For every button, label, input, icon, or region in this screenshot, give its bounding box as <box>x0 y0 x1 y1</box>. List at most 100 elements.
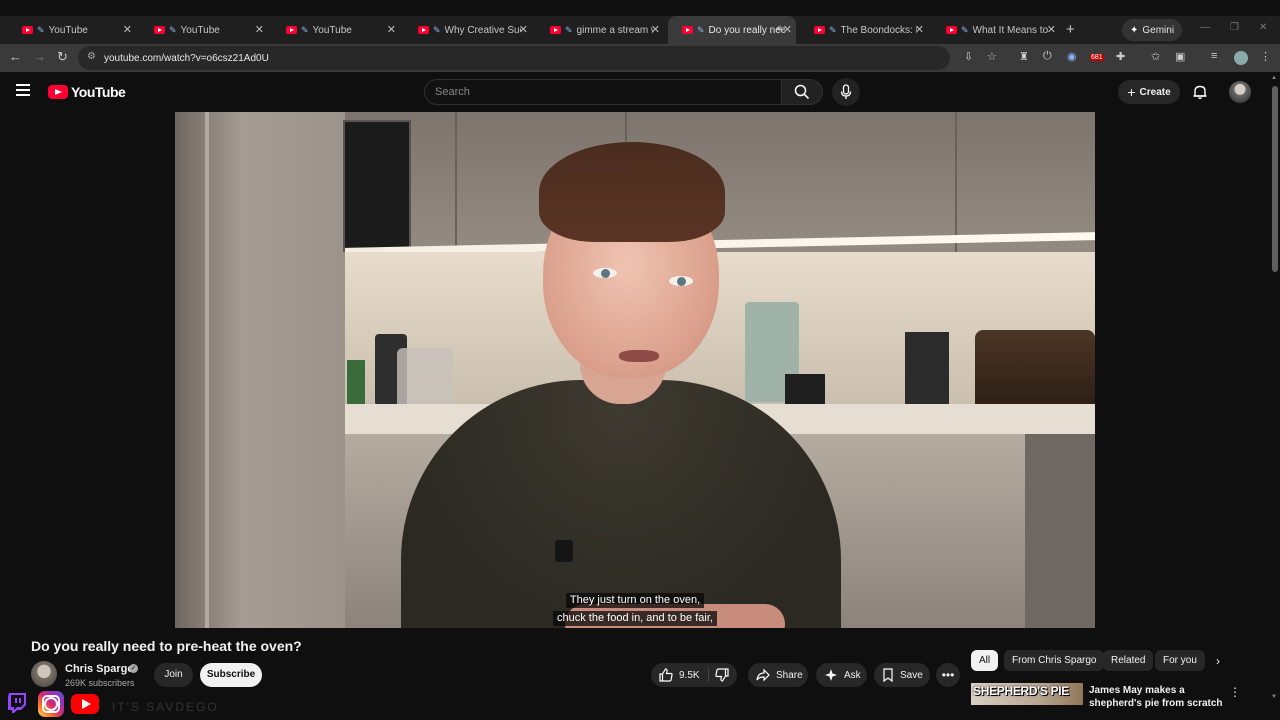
join-button[interactable]: Join <box>154 663 193 687</box>
new-tab-button[interactable]: + <box>1066 16 1075 44</box>
share-button[interactable]: Share <box>748 663 808 687</box>
close-tab-icon[interactable]: ✕ <box>255 23 264 36</box>
dislike-button[interactable] <box>715 668 735 685</box>
close-tab-icon[interactable]: ✕ <box>651 23 660 36</box>
pen-icon: ✎ <box>301 24 309 35</box>
browser-tab[interactable]: ✎ YouTube ✕ <box>8 16 136 44</box>
twitch-icon[interactable] <box>6 692 28 714</box>
scroll-up-arrow-icon[interactable]: ▲ <box>1271 75 1277 81</box>
like-button[interactable]: 9.5K <box>651 663 708 687</box>
browser-tab[interactable]: ✎The Boondocks: Fiv✕ <box>800 16 928 44</box>
like-dislike-group: 9.5K <box>651 663 737 687</box>
tab-title: YouTube <box>48 24 88 36</box>
close-tab-icon[interactable]: ✕ <box>387 23 396 36</box>
search-button[interactable] <box>781 79 823 105</box>
close-tab-icon[interactable]: ✕ <box>1047 23 1056 36</box>
ask-label: Ask <box>844 669 861 681</box>
youtube-favicon-icon <box>286 26 297 34</box>
search-input[interactable] <box>435 86 765 98</box>
recommended-thumbnail[interactable]: SHEPHERD'S PIE <box>971 683 1083 705</box>
tab-title: The Boondocks: Fiv <box>840 24 917 36</box>
tab-title: YouTube <box>312 24 352 36</box>
video-frame <box>455 112 457 262</box>
browser-tab[interactable]: ✎Why Creative Succe✕ <box>404 16 532 44</box>
youtube-favicon-icon <box>154 26 165 34</box>
save-button[interactable]: Save <box>874 663 930 687</box>
filter-chip[interactable]: All <box>971 650 999 671</box>
forward-icon[interactable]: → <box>33 49 46 64</box>
account-avatar[interactable] <box>1229 81 1251 103</box>
scroll-thumb[interactable] <box>1272 86 1278 272</box>
power-icon[interactable]: ⏻ <box>1043 50 1052 63</box>
voice-search-button[interactable] <box>832 78 860 106</box>
plus-icon: + <box>1127 84 1136 100</box>
close-window-icon[interactable]: ✕ <box>1259 22 1267 33</box>
gemini-button[interactable]: ✦ Gemini <box>1122 19 1183 41</box>
close-tab-icon[interactable]: ✕ <box>783 23 792 36</box>
video-captions: They just turn on the oven, chuck the fo… <box>175 590 1095 626</box>
create-button[interactable]: + Create <box>1118 80 1180 104</box>
close-tab-icon[interactable]: ✕ <box>519 23 528 36</box>
browser-menu-icon[interactable]: ⋮ <box>1260 50 1271 63</box>
recommended-title[interactable]: James May makes a shepherd's pie from sc… <box>1089 684 1229 710</box>
browser-tab[interactable]: ✎ YouTube ✕ <box>272 16 400 44</box>
create-label: Create <box>1139 86 1171 98</box>
youtube-favicon-icon <box>682 26 693 34</box>
instagram-icon[interactable] <box>38 691 64 717</box>
notifications-bell-icon[interactable] <box>1192 84 1208 100</box>
gemini-label: Gemini <box>1142 24 1175 36</box>
search-icon <box>794 84 810 100</box>
extension-badge[interactable]: 681 <box>1090 54 1104 61</box>
channel-name[interactable]: Chris Spargo <box>65 663 134 675</box>
thumbnail-text: SHEPHERD'S PIE <box>973 684 1070 698</box>
scroll-down-arrow-icon[interactable]: ▼ <box>1271 694 1277 700</box>
tab-title: What It Means to b <box>972 24 1049 36</box>
more-vertical-icon[interactable]: ⋮ <box>1229 685 1241 699</box>
browser-tab[interactable]: ✎ YouTube ✕ <box>140 16 268 44</box>
browser-tab[interactable]: ✎ What It Means to b ✕ <box>932 16 1060 44</box>
speaker-icon[interactable]: 🔊︎ <box>776 23 782 34</box>
filter-chip[interactable]: For you <box>1155 650 1205 671</box>
pen-icon: ✎ <box>433 24 441 35</box>
youtube-logo[interactable]: YouTube <box>48 84 126 100</box>
tab-title: Do you really need <box>708 24 785 36</box>
close-tab-icon[interactable]: ✕ <box>915 23 924 36</box>
youtube-icon[interactable] <box>71 694 99 714</box>
video-frame <box>555 540 573 562</box>
video-player[interactable]: They just turn on the oven, chuck the fo… <box>175 112 1095 628</box>
extensions-puzzle-icon[interactable]: ✚ <box>1116 50 1125 63</box>
profile-icon[interactable] <box>1234 51 1248 65</box>
channel-avatar[interactable] <box>31 661 57 687</box>
media-controls-icon[interactable]: ≡ <box>1211 50 1217 62</box>
filter-chip[interactable]: Related <box>1103 650 1154 671</box>
browser-tab[interactable]: ✎ gimme a stream wi ✕ <box>536 16 664 44</box>
address-bar[interactable]: ⚙ youtube.com/watch?v=o6csz21Ad0U <box>78 46 950 70</box>
back-icon[interactable]: ← <box>9 49 22 64</box>
hamburger-menu-icon[interactable] <box>16 84 30 96</box>
bookmark-star-icon[interactable]: ☆ <box>987 50 997 63</box>
filter-chip[interactable]: From Chris Spargo <box>1004 650 1105 671</box>
site-settings-icon[interactable]: ⚙ <box>87 51 96 62</box>
more-actions-button[interactable]: ••• <box>936 663 960 687</box>
close-tab-icon[interactable]: ✕ <box>123 23 132 36</box>
bookmark-icon <box>883 668 893 682</box>
reload-icon[interactable]: ↻ <box>57 49 68 65</box>
video-frame <box>539 142 725 242</box>
install-app-icon[interactable]: ⇩ <box>964 50 973 63</box>
favorites-icon[interactable]: ✩ <box>1151 50 1160 63</box>
social-overlay-icons <box>0 688 110 720</box>
pen-icon: ✎ <box>169 24 177 35</box>
split-view-icon[interactable]: ▣ <box>1175 50 1185 63</box>
extension-icon[interactable]: ♜ <box>1019 50 1029 63</box>
ask-button[interactable]: Ask <box>816 663 867 687</box>
audio-extension-icon[interactable]: ◉ <box>1067 50 1077 63</box>
browser-tab[interactable]: ✎ Do you really need 🔊︎ ✕ <box>668 16 796 44</box>
youtube-favicon-icon <box>946 26 957 34</box>
subscribe-button[interactable]: Subscribe <box>200 663 262 687</box>
maximize-icon[interactable]: ❐ <box>1230 22 1239 33</box>
faded-overlay-text: IT'S SAVDEGO <box>112 700 219 714</box>
sparkle-icon <box>825 669 837 681</box>
chevron-right-icon[interactable]: › <box>1216 654 1220 668</box>
minimize-icon[interactable]: — <box>1200 22 1210 33</box>
page-scrollbar[interactable]: ▲ ▼ <box>1270 72 1280 720</box>
